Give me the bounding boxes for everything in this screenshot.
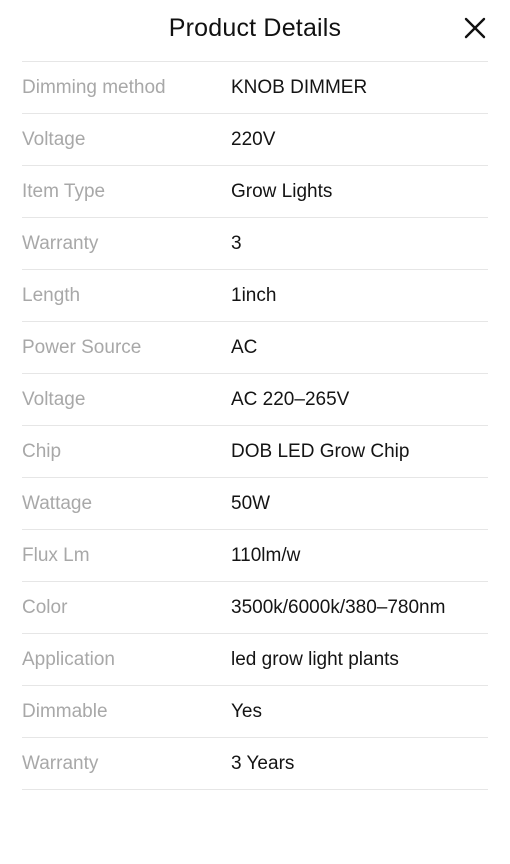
detail-label: Warranty	[22, 752, 99, 774]
detail-label: Warranty	[22, 232, 99, 254]
detail-value: 3500k/6000k/380–780nm	[231, 596, 446, 618]
close-button[interactable]	[462, 15, 488, 41]
detail-row-color: Color 3500k/6000k/380–780nm	[22, 582, 488, 634]
detail-row-application: Application led grow light plants	[22, 634, 488, 686]
detail-label: Dimmable	[22, 700, 108, 722]
detail-value: AC 220–265V	[231, 388, 350, 410]
close-icon	[464, 17, 486, 39]
detail-label: Flux Lm	[22, 544, 90, 566]
detail-value: led grow light plants	[231, 648, 399, 670]
detail-value: KNOB DIMMER	[231, 76, 368, 98]
detail-row-power-source: Power Source AC	[22, 322, 488, 374]
detail-label: Length	[22, 284, 81, 306]
page-title: Product Details	[168, 14, 342, 42]
detail-value: DOB LED Grow Chip	[231, 440, 410, 462]
detail-row-dimming-method: Dimming method KNOB DIMMER	[22, 62, 488, 114]
detail-label: Item Type	[22, 180, 106, 202]
detail-label: Power Source	[22, 336, 142, 358]
detail-label: Color	[22, 596, 68, 618]
detail-row-voltage-range: Voltage AC 220–265V	[22, 374, 488, 426]
detail-value: 220V	[231, 128, 276, 150]
detail-label: Chip	[22, 440, 62, 462]
detail-value: AC	[231, 336, 258, 358]
detail-value: 110lm/w	[231, 544, 301, 566]
detail-label: Application	[22, 648, 115, 670]
detail-label: Voltage	[22, 388, 86, 410]
detail-row-warranty: Warranty 3	[22, 218, 488, 270]
product-details-sheet: Product Details Dimming method KNOB DIMM…	[0, 0, 510, 864]
detail-row-chip: Chip DOB LED Grow Chip	[22, 426, 488, 478]
detail-value: 1inch	[231, 284, 277, 306]
details-table: Dimming method KNOB DIMMER Voltage 220V …	[22, 61, 488, 790]
detail-row-warranty-years: Warranty 3 Years	[22, 738, 488, 790]
detail-row-flux-lm: Flux Lm 110lm/w	[22, 530, 488, 582]
detail-label: Dimming method	[22, 76, 166, 98]
detail-label: Wattage	[22, 492, 93, 514]
detail-row-dimmable: Dimmable Yes	[22, 686, 488, 738]
detail-row-length: Length 1inch	[22, 270, 488, 322]
detail-row-voltage: Voltage 220V	[22, 114, 488, 166]
detail-value: 50W	[231, 492, 271, 514]
detail-row-wattage: Wattage 50W	[22, 478, 488, 530]
detail-value: 3	[231, 232, 242, 254]
detail-value: Grow Lights	[231, 180, 333, 202]
detail-value: Yes	[231, 700, 262, 722]
detail-row-item-type: Item Type Grow Lights	[22, 166, 488, 218]
detail-label: Voltage	[22, 128, 86, 150]
sheet-header: Product Details	[0, 0, 510, 60]
detail-value: 3 Years	[231, 752, 295, 774]
